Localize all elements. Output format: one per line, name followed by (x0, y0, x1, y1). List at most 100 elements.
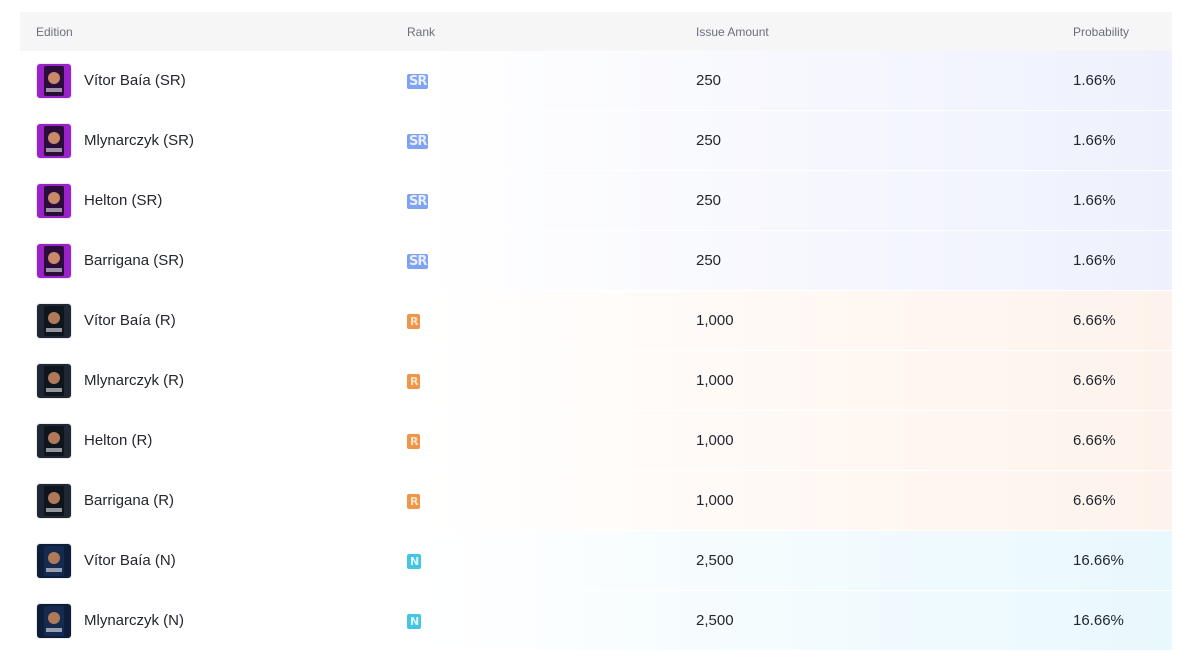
player-face (48, 191, 60, 204)
header-probability: Probability (1073, 24, 1130, 39)
card-nameplate (46, 267, 62, 272)
probability: 16.66% (1073, 552, 1124, 569)
rank-cell: SR (407, 192, 696, 209)
edition-name: Mlynarczyk (SR) (84, 132, 195, 149)
table-row[interactable]: Helton (SR) SR 250 1.66% (20, 171, 1172, 231)
issue-amount: 250 (696, 72, 722, 89)
card-thumbnail (37, 303, 71, 338)
card-thumbnail (37, 183, 71, 218)
table-row[interactable]: Barrigana (SR) SR 250 1.66% (20, 231, 1172, 291)
issue-amount: 2,500 (696, 552, 734, 569)
probability: 1.66% (1073, 252, 1116, 269)
table-row[interactable]: Helton (R) R 1,000 6.66% (20, 411, 1172, 471)
rank-badge-icon: R (407, 494, 421, 509)
table-row[interactable]: Mlynarczyk (SR) SR 250 1.66% (20, 111, 1172, 171)
rank-badge-icon: R (407, 434, 421, 449)
card-thumbnail (37, 63, 71, 98)
issue-amount: 2,500 (696, 612, 734, 629)
table-row[interactable]: Mlynarczyk (N) N 2,500 16.66% (20, 591, 1172, 651)
edition-cell: Barrigana (SR) (20, 243, 407, 278)
card-nameplate (46, 327, 62, 332)
probability: 1.66% (1073, 72, 1116, 89)
issue-amount: 1,000 (696, 312, 734, 329)
rank-cell: SR (407, 252, 696, 269)
table-row[interactable]: Barrigana (R) R 1,000 6.66% (20, 471, 1172, 531)
edition-cell: Vítor Baía (SR) (20, 63, 407, 98)
probability: 1.66% (1073, 132, 1116, 149)
card-thumbnail (37, 543, 71, 578)
issue-amount: 250 (696, 252, 722, 269)
player-face (48, 71, 60, 84)
player-face (48, 371, 60, 384)
card-thumbnail (37, 603, 71, 638)
card-thumbnail (37, 363, 71, 398)
rank-cell: R (407, 312, 696, 329)
rank-badge-icon: SR (407, 134, 429, 149)
probability: 6.66% (1073, 312, 1116, 329)
card-nameplate (46, 87, 62, 92)
rank-cell: R (407, 492, 696, 509)
card-nameplate (46, 447, 62, 452)
edition-name: Helton (R) (84, 432, 153, 449)
issue-amount: 1,000 (696, 492, 734, 509)
probability: 6.66% (1073, 492, 1116, 509)
edition-cell: Helton (SR) (20, 183, 407, 218)
edition-name: Vítor Baía (SR) (84, 72, 186, 89)
table-row[interactable]: Mlynarczyk (R) R 1,000 6.66% (20, 351, 1172, 411)
rank-badge-icon: N (407, 614, 422, 629)
probability: 6.66% (1073, 372, 1116, 389)
edition-cell: Mlynarczyk (SR) (20, 123, 407, 158)
player-face (48, 431, 60, 444)
edition-name: Helton (SR) (84, 192, 163, 209)
edition-name: Vítor Baía (R) (84, 312, 176, 329)
player-face (48, 551, 60, 564)
probability: 6.66% (1073, 432, 1116, 449)
rank-cell: N (407, 552, 696, 569)
rank-badge-icon: SR (407, 74, 429, 89)
edition-name: Barrigana (R) (84, 492, 175, 509)
issue-amount: 250 (696, 192, 722, 209)
card-thumbnail (37, 243, 71, 278)
edition-cell: Vítor Baía (R) (20, 303, 407, 338)
player-face (48, 251, 60, 264)
card-nameplate (46, 207, 62, 212)
card-nameplate (46, 567, 62, 572)
probability: 1.66% (1073, 192, 1116, 209)
header-issue-amount: Issue Amount (696, 24, 769, 39)
table-row[interactable]: Vítor Baía (R) R 1,000 6.66% (20, 291, 1172, 351)
player-face (48, 131, 60, 144)
table-row[interactable]: Vítor Baía (N) N 2,500 16.66% (20, 531, 1172, 591)
edition-name: Mlynarczyk (R) (84, 372, 184, 389)
rank-cell: R (407, 372, 696, 389)
probability: 16.66% (1073, 612, 1124, 629)
table-row[interactable]: Vítor Baía (SR) SR 250 1.66% (20, 51, 1172, 111)
card-nameplate (46, 147, 62, 152)
issue-amount: 250 (696, 132, 722, 149)
edition-name: Barrigana (SR) (84, 252, 185, 269)
table-body: Vítor Baía (SR) SR 250 1.66% Mlynarczyk (SR)… (20, 51, 1172, 651)
card-nameplate (46, 387, 62, 392)
rank-badge-icon: R (407, 374, 421, 389)
rank-badge-icon: SR (407, 194, 429, 209)
table-header: Edition Rank Issue Amount Probability (20, 12, 1172, 51)
issue-amount: 1,000 (696, 432, 734, 449)
player-face (48, 311, 60, 324)
card-nameplate (46, 507, 62, 512)
edition-name: Mlynarczyk (N) (84, 612, 184, 629)
edition-cell: Helton (R) (20, 423, 407, 458)
rank-cell: N (407, 612, 696, 629)
edition-cell: Mlynarczyk (R) (20, 363, 407, 398)
rank-cell: R (407, 432, 696, 449)
edition-cell: Barrigana (R) (20, 483, 407, 518)
header-edition: Edition (36, 24, 73, 39)
player-face (48, 611, 60, 624)
card-thumbnail (37, 483, 71, 518)
rank-cell: SR (407, 132, 696, 149)
card-thumbnail (37, 423, 71, 458)
player-face (48, 491, 60, 504)
edition-cell: Mlynarczyk (N) (20, 603, 407, 638)
card-thumbnail (37, 123, 71, 158)
rank-cell: SR (407, 72, 696, 89)
rank-badge-icon: N (407, 554, 422, 569)
edition-cell: Vítor Baía (N) (20, 543, 407, 578)
